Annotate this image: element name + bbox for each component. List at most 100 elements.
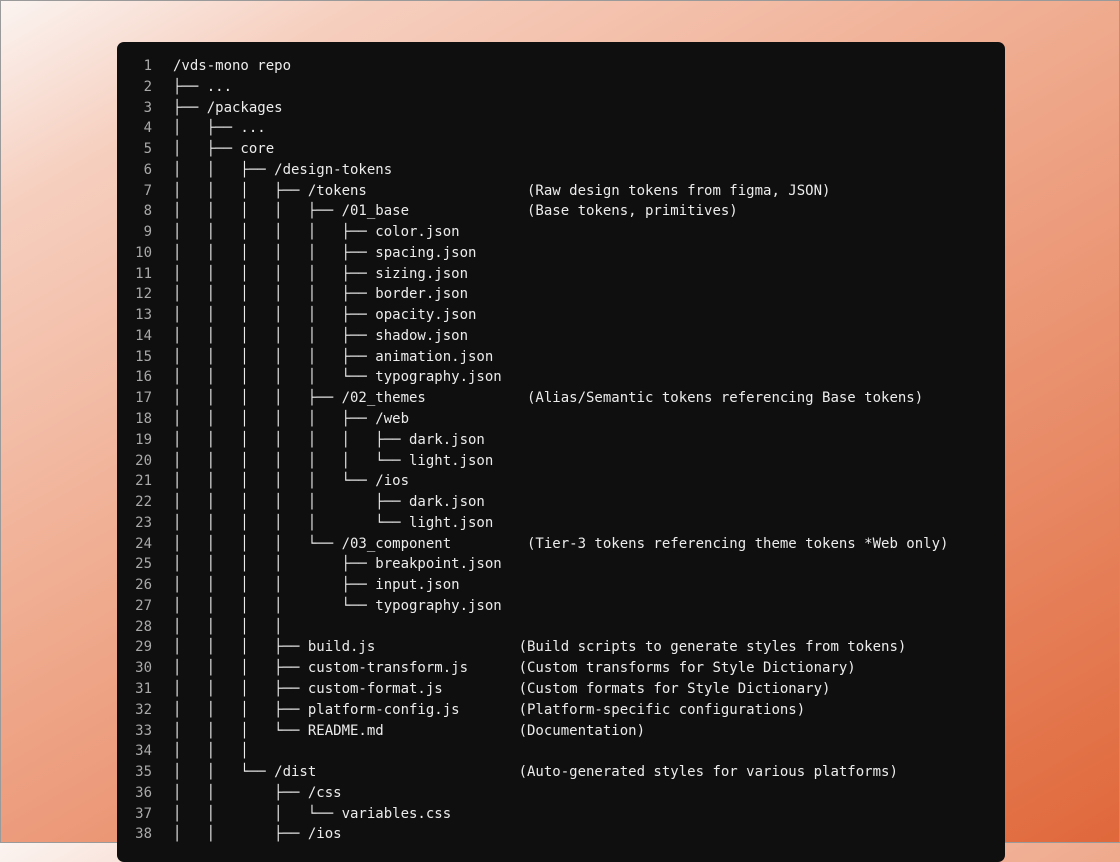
- line-text[interactable]: │ │ │ └── variables.css: [173, 804, 451, 825]
- line-text[interactable]: │ │ │: [173, 741, 249, 762]
- code-line: 24 │ │ │ │ └── /03_component (Tier-3 toke…: [117, 534, 948, 555]
- line-number: 24: [135, 535, 152, 552]
- line-text[interactable]: │ │ │ │ │ │ └── light.json: [173, 451, 493, 472]
- line-number: 1: [143, 58, 152, 74]
- line-text[interactable]: │ │ │ │ │ │ ├── dark.json: [173, 430, 485, 451]
- code-line: 29 │ │ │ ├── build.js (Build scripts to g…: [117, 637, 948, 658]
- line-text[interactable]: │ │ │ │ ├── input.json: [173, 575, 460, 596]
- line-number: 18: [135, 411, 152, 428]
- line-text[interactable]: │ │ │ │ │ ├── /web: [173, 409, 409, 430]
- code-line: 34 │ │ │: [117, 741, 948, 762]
- line-text[interactable]: │ │ │ │ └── /03_component (Tier-3 tokens…: [173, 534, 948, 555]
- code-line: 25 │ │ │ │ ├── breakpoint.json: [117, 554, 948, 575]
- line-text[interactable]: ├── ...: [173, 77, 232, 98]
- line-text[interactable]: │ │ │ ├── platform-config.js (Platform-s…: [173, 700, 805, 721]
- line-text[interactable]: /vds-mono repo: [173, 56, 291, 77]
- line-text[interactable]: │ │ │ │: [173, 617, 283, 638]
- line-number: 25: [135, 556, 152, 573]
- code-line: 17 │ │ │ │ ├── /02_themes (Alias/Semantic…: [117, 388, 948, 409]
- code-block: 1/vds-mono repo 2 ├── ... 3 ├── /packages 4 │ …: [117, 42, 1005, 862]
- line-number: 4: [143, 120, 152, 137]
- code-line: 23 │ │ │ │ │ └── light.json: [117, 513, 948, 534]
- code-line: 16 │ │ │ │ │ └── typography.json: [117, 367, 948, 388]
- line-number: 30: [135, 660, 152, 677]
- line-text[interactable]: │ │ └── /dist (Auto-generated styles for…: [173, 762, 898, 783]
- line-number: 37: [135, 805, 152, 822]
- code-line: 7 │ │ │ ├── /tokens (Raw design tokens fr…: [117, 181, 948, 202]
- line-text[interactable]: │ ├── ...: [173, 118, 266, 139]
- line-text[interactable]: │ │ │ │ └── typography.json: [173, 596, 502, 617]
- code-line: 37 │ │ │ └── variables.css: [117, 804, 948, 825]
- code-line: 38 │ │ ├── /ios: [117, 824, 948, 845]
- line-text[interactable]: │ │ ├── /design-tokens: [173, 160, 392, 181]
- line-number: 27: [135, 597, 152, 614]
- line-text[interactable]: │ │ │ │ ├── breakpoint.json: [173, 554, 502, 575]
- line-number: 5: [143, 141, 152, 158]
- line-text[interactable]: ├── /packages: [173, 98, 283, 119]
- line-number: 16: [135, 369, 152, 386]
- code-line: 4 │ ├── ...: [117, 118, 948, 139]
- code-line: 22 │ │ │ │ │ ├── dark.json: [117, 492, 948, 513]
- line-number: 19: [135, 431, 152, 448]
- line-text[interactable]: │ │ │ │ │ ├── spacing.json: [173, 243, 476, 264]
- code-line: 9 │ │ │ │ │ ├── color.json: [117, 222, 948, 243]
- line-text[interactable]: │ ├── core: [173, 139, 274, 160]
- line-number: 9: [143, 224, 152, 241]
- code-line: 35 │ │ └── /dist (Auto-generated styles f…: [117, 762, 948, 783]
- line-number: 38: [135, 826, 152, 843]
- code-line: 10 │ │ │ │ │ ├── spacing.json: [117, 243, 948, 264]
- code-line: 15 │ │ │ │ │ ├── animation.json: [117, 347, 948, 368]
- line-text[interactable]: │ │ │ │ │ ├── sizing.json: [173, 264, 468, 285]
- code-line: 1/vds-mono repo: [117, 56, 948, 77]
- code-line: 20 │ │ │ │ │ │ └── light.json: [117, 451, 948, 472]
- code-line: 32 │ │ │ ├── platform-config.js (Platform…: [117, 700, 948, 721]
- line-text[interactable]: │ │ │ │ │ ├── opacity.json: [173, 305, 476, 326]
- line-text[interactable]: │ │ │ │ │ └── typography.json: [173, 367, 502, 388]
- code-line: 11 │ │ │ │ │ ├── sizing.json: [117, 264, 948, 285]
- line-text[interactable]: │ │ │ │ │ ├── animation.json: [173, 347, 493, 368]
- line-text[interactable]: │ │ ├── /ios: [173, 824, 342, 845]
- line-text[interactable]: │ │ │ ├── build.js (Build scripts to gen…: [173, 637, 906, 658]
- line-number: 11: [135, 265, 152, 282]
- line-text[interactable]: │ │ │ │ │ └── /ios: [173, 471, 409, 492]
- line-text[interactable]: │ │ │ └── README.md (Documentation): [173, 721, 645, 742]
- line-text[interactable]: │ │ │ │ ├── /02_themes (Alias/Semantic t…: [173, 388, 923, 409]
- line-text[interactable]: │ │ │ │ │ ├── shadow.json: [173, 326, 468, 347]
- line-number: 12: [135, 286, 152, 303]
- line-number: 6: [143, 161, 152, 178]
- line-text[interactable]: │ │ │ │ ├── /01_base (Base tokens, primi…: [173, 201, 738, 222]
- line-number: 13: [135, 307, 152, 324]
- line-number: 7: [143, 182, 152, 199]
- line-number: 3: [143, 99, 152, 116]
- code-line: 27 │ │ │ │ └── typography.json: [117, 596, 948, 617]
- code-line: 13 │ │ │ │ │ ├── opacity.json: [117, 305, 948, 326]
- line-number: 10: [135, 244, 152, 261]
- code-line: 5 │ ├── core: [117, 139, 948, 160]
- line-text[interactable]: │ │ │ ├── custom-transform.js (Custom tr…: [173, 658, 856, 679]
- line-number: 22: [135, 494, 152, 511]
- code-line: 26 │ │ │ │ ├── input.json: [117, 575, 948, 596]
- line-text[interactable]: │ │ │ │ │ ├── color.json: [173, 222, 460, 243]
- line-number: 36: [135, 784, 152, 801]
- line-text[interactable]: │ │ │ │ │ └── light.json: [173, 513, 493, 534]
- line-text[interactable]: │ │ │ │ │ ├── border.json: [173, 284, 468, 305]
- code-line: 28 │ │ │ │: [117, 617, 948, 638]
- line-text[interactable]: │ │ │ ├── /tokens (Raw design tokens fro…: [173, 181, 830, 202]
- line-number: 33: [135, 722, 152, 739]
- line-number: 32: [135, 701, 152, 718]
- code-line: 3 ├── /packages: [117, 98, 948, 119]
- code-line: 30 │ │ │ ├── custom-transform.js (Custom …: [117, 658, 948, 679]
- code-line: 33 │ │ │ └── README.md (Documentation): [117, 721, 948, 742]
- line-number: 26: [135, 577, 152, 594]
- code-line: 8 │ │ │ │ ├── /01_base (Base tokens, prim…: [117, 201, 948, 222]
- code-line: 36 │ │ ├── /css: [117, 783, 948, 804]
- code-line: 12 │ │ │ │ │ ├── border.json: [117, 284, 948, 305]
- line-text[interactable]: │ │ │ │ │ ├── dark.json: [173, 492, 485, 513]
- line-text[interactable]: │ │ ├── /css: [173, 783, 342, 804]
- line-number: 28: [135, 618, 152, 635]
- line-number: 15: [135, 348, 152, 365]
- code-line: 2 ├── ...: [117, 77, 948, 98]
- line-text[interactable]: │ │ │ ├── custom-format.js (Custom forma…: [173, 679, 830, 700]
- code-line: 31 │ │ │ ├── custom-format.js (Custom for…: [117, 679, 948, 700]
- line-number: 29: [135, 639, 152, 656]
